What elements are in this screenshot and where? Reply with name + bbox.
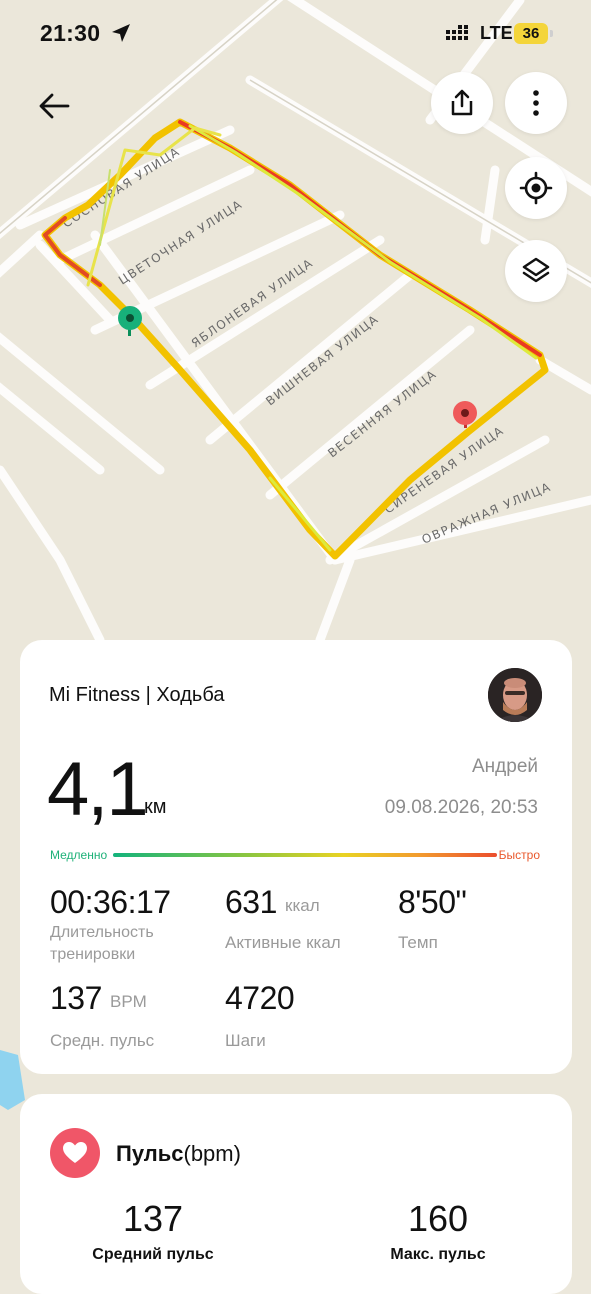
more-button[interactable] (505, 72, 567, 134)
avg-pulse-label: Средний пульс (92, 1246, 214, 1263)
signal-icon (446, 25, 468, 40)
pace-scale-slow: Медленно (50, 848, 108, 862)
steps-value: 4720 (225, 980, 295, 1016)
avg-pulse-value: 137 (122, 1198, 184, 1239)
heart-rate-label: Средн. пульс (50, 1031, 155, 1050)
street-label: ЯБЛОНЕВАЯ УЛИЦА (189, 255, 316, 350)
distance-value: 4,1 (47, 747, 149, 832)
street-label: СОСНОВАЯ УЛИЦА (60, 144, 183, 230)
pace-gradient-bar (113, 853, 497, 857)
heart-rate-unit: BPM (110, 992, 147, 1011)
start-marker (118, 306, 142, 336)
heart-icon (63, 1142, 87, 1163)
layers-button[interactable] (505, 240, 567, 302)
street-label: ВИШНЕВАЯ УЛИЦА (263, 312, 381, 409)
share-icon (451, 89, 473, 116)
battery-icon (550, 30, 553, 37)
pulse-title-unit: (bpm) (183, 1141, 241, 1166)
heart-badge (50, 1128, 100, 1178)
more-vertical-icon (533, 90, 539, 116)
workout-source: Mi Fitness | Ходьба (49, 684, 225, 706)
share-button[interactable] (431, 72, 493, 134)
heart-rate-value: 137 (50, 980, 102, 1016)
max-pulse-label: Макс. пульс (390, 1246, 486, 1263)
pace-label: Темп (398, 933, 438, 952)
avatar[interactable] (488, 668, 542, 722)
user-photo (488, 668, 542, 722)
locate-icon (519, 171, 553, 205)
duration-label: Длительность тренировки (50, 924, 154, 963)
arrow-left-icon[interactable] (34, 86, 74, 126)
network-type: LTE (480, 23, 513, 43)
pace-scale-fast: Быстро (498, 848, 540, 862)
duration-value: 00:36:17 (50, 884, 171, 920)
user-name: Андрей (472, 756, 538, 777)
steps-label: Шаги (225, 1031, 266, 1050)
street-label: ВЕСЕННЯЯ УЛИЦА (325, 367, 439, 461)
pulse-title: Пульс(bpm) (116, 1141, 241, 1167)
street-label: ЦВЕТОЧНАЯ УЛИЦА (116, 197, 245, 288)
workout-datetime: 09.08.2026, 20:53 (384, 797, 538, 818)
calories-unit: ккал (285, 896, 320, 915)
workout-summary-card: Mi Fitness | Ходьба 4,1 км Андрей 09.08.… (20, 640, 572, 1074)
max-pulse-value: 160 (407, 1198, 469, 1239)
pace-value: 8'50" (398, 884, 467, 920)
battery-level: 36 (514, 23, 548, 44)
locate-button[interactable] (505, 157, 567, 219)
location-arrow-icon (112, 24, 130, 42)
pulse-title-text: Пульс (116, 1141, 184, 1166)
calories-label: Активные ккал (225, 933, 341, 952)
status-bar: 21:30 LTE 36 (0, 0, 591, 66)
layers-icon (522, 257, 550, 283)
distance-unit: км (144, 796, 167, 818)
status-time: 21:30 (40, 20, 101, 46)
calories-value: 631 (225, 884, 277, 920)
pulse-card[interactable]: Пульс(bpm) 137 Средний пульс 160 Макс. п… (20, 1094, 572, 1294)
